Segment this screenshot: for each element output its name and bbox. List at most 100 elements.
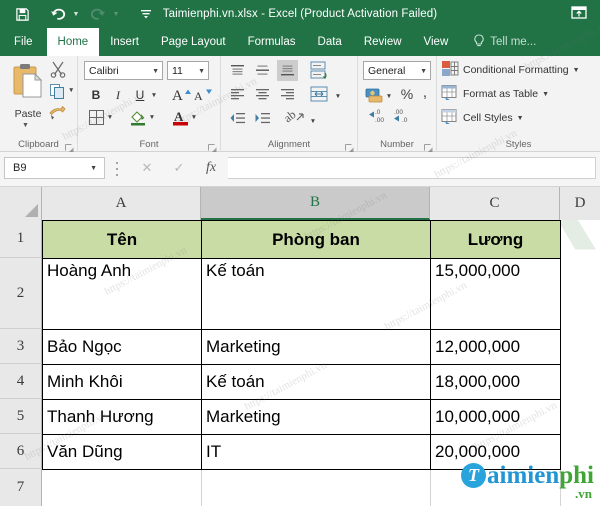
cell-c4[interactable]: 18,000,000 bbox=[430, 364, 561, 400]
number-format-select[interactable]: General ▼ bbox=[363, 61, 431, 80]
italic-button[interactable]: I bbox=[108, 85, 128, 105]
conditional-formatting-button[interactable]: Conditional Formatting ▼ bbox=[441, 60, 580, 80]
increase-indent-icon[interactable] bbox=[252, 108, 273, 129]
column-header-a[interactable]: A bbox=[42, 187, 201, 220]
cell-c1[interactable]: Lương bbox=[430, 220, 561, 259]
font-size-input[interactable]: 11 ▼ bbox=[167, 61, 209, 80]
font-name-dropdown-icon[interactable]: ▼ bbox=[152, 68, 159, 75]
format-painter-icon[interactable] bbox=[48, 104, 67, 126]
align-right-icon[interactable] bbox=[277, 84, 298, 105]
comma-style-icon[interactable]: , bbox=[418, 84, 432, 104]
cell-c5[interactable]: 10,000,000 bbox=[430, 399, 561, 435]
formula-input[interactable] bbox=[228, 157, 596, 179]
increase-font-size-button[interactable]: A bbox=[171, 84, 191, 104]
cell-a3[interactable]: Bảo Ngọc bbox=[42, 329, 202, 365]
tell-me-box[interactable]: Tell me... bbox=[473, 28, 536, 56]
cell-c6[interactable]: 20,000,000 bbox=[430, 434, 561, 470]
borders-dropdown-icon[interactable]: ▼ bbox=[106, 107, 114, 127]
text-direction-icon[interactable]: ab bbox=[283, 106, 307, 128]
font-color-icon[interactable]: A bbox=[170, 107, 190, 127]
copy-icon[interactable] bbox=[49, 83, 66, 105]
redo-icon[interactable] bbox=[86, 3, 110, 25]
row-header-3[interactable]: 3 bbox=[0, 329, 42, 364]
cell-a2[interactable]: Hoàng Anh bbox=[42, 258, 202, 330]
cell-c3[interactable]: 12,000,000 bbox=[430, 329, 561, 365]
borders-icon[interactable] bbox=[86, 107, 106, 127]
increase-decimal-icon[interactable]: .0 .00 bbox=[365, 106, 387, 126]
cut-icon[interactable] bbox=[49, 60, 67, 83]
tab-insert[interactable]: Insert bbox=[99, 28, 150, 56]
align-bottom-icon[interactable] bbox=[277, 60, 298, 81]
tab-view[interactable]: View bbox=[413, 28, 460, 56]
format-as-table-dropdown-icon[interactable]: ▼ bbox=[542, 91, 549, 98]
row-header-6[interactable]: 6 bbox=[0, 434, 42, 469]
number-format-dropdown-icon[interactable]: ▼ bbox=[420, 68, 427, 75]
cell-b5[interactable]: Marketing bbox=[201, 399, 431, 435]
decrease-decimal-icon[interactable]: .00 .0 bbox=[392, 106, 414, 126]
cell-c7[interactable] bbox=[430, 470, 560, 506]
column-header-d[interactable]: D bbox=[560, 187, 600, 220]
fill-color-icon[interactable] bbox=[128, 107, 148, 127]
paste-icon[interactable] bbox=[12, 62, 46, 109]
merge-dropdown-icon[interactable]: ▼ bbox=[334, 86, 342, 106]
tab-page-layout[interactable]: Page Layout bbox=[150, 28, 237, 56]
cell-b4[interactable]: Kế toán bbox=[201, 364, 431, 400]
copy-dropdown-icon[interactable]: ▼ bbox=[68, 87, 74, 94]
align-top-icon[interactable] bbox=[227, 60, 248, 81]
bold-button[interactable]: B bbox=[86, 85, 106, 105]
undo-dropdown-icon[interactable]: ▼ bbox=[70, 3, 82, 25]
font-dialog-launcher-icon[interactable] bbox=[208, 140, 217, 153]
insert-function-icon[interactable]: fx bbox=[197, 157, 225, 179]
underline-dropdown-icon[interactable]: ▼ bbox=[150, 85, 158, 105]
ribbon-display-options-icon[interactable] bbox=[570, 4, 588, 22]
row-header-5[interactable]: 5 bbox=[0, 399, 42, 434]
name-box-dropdown-icon[interactable]: ▼ bbox=[90, 165, 97, 172]
format-as-table-button[interactable]: Format as Table ▼ bbox=[441, 84, 549, 104]
tab-file[interactable]: File bbox=[0, 28, 47, 56]
underline-button[interactable]: U bbox=[130, 85, 150, 105]
font-size-dropdown-icon[interactable]: ▼ bbox=[198, 68, 205, 75]
select-all-corner[interactable] bbox=[0, 187, 42, 220]
cell-c2[interactable]: 15,000,000 bbox=[430, 258, 561, 330]
column-header-b[interactable]: B bbox=[201, 187, 430, 220]
save-icon[interactable] bbox=[10, 3, 34, 25]
enter-icon[interactable]: ✓ bbox=[165, 157, 193, 179]
column-header-c[interactable]: C bbox=[430, 187, 560, 220]
cell-b6[interactable]: IT bbox=[201, 434, 431, 470]
cancel-icon[interactable]: ✕ bbox=[133, 157, 161, 179]
cell-b2[interactable]: Kế toán bbox=[201, 258, 431, 330]
cell-b3[interactable]: Marketing bbox=[201, 329, 431, 365]
row-header-2[interactable]: 2 bbox=[0, 258, 42, 329]
row-header-1[interactable]: 1 bbox=[0, 220, 42, 258]
wrap-text-icon[interactable] bbox=[307, 82, 331, 106]
decrease-indent-icon[interactable] bbox=[227, 108, 248, 129]
alignment-dialog-launcher-icon[interactable] bbox=[345, 140, 354, 153]
tab-formulas[interactable]: Formulas bbox=[237, 28, 307, 56]
font-color-dropdown-icon[interactable]: ▼ bbox=[190, 107, 198, 127]
tab-review[interactable]: Review bbox=[353, 28, 413, 56]
cell-a6[interactable]: Văn Dũng bbox=[42, 434, 202, 470]
percent-style-icon[interactable]: % bbox=[398, 84, 416, 104]
cell-styles-button[interactable]: Cell Styles ▼ bbox=[441, 108, 524, 128]
fill-color-dropdown-icon[interactable]: ▼ bbox=[148, 107, 156, 127]
conditional-formatting-dropdown-icon[interactable]: ▼ bbox=[573, 67, 580, 74]
number-dialog-launcher-icon[interactable] bbox=[424, 140, 433, 153]
cell-a4[interactable]: Minh Khôi bbox=[42, 364, 202, 400]
align-middle-icon[interactable] bbox=[252, 60, 273, 81]
cell-a7[interactable] bbox=[42, 470, 201, 506]
decrease-font-size-button[interactable]: A bbox=[193, 84, 213, 104]
clipboard-dialog-launcher-icon[interactable] bbox=[65, 140, 74, 153]
align-center-icon[interactable] bbox=[252, 84, 273, 105]
cell-b1[interactable]: Phòng ban bbox=[201, 220, 431, 259]
paste-dropdown-icon[interactable]: ▼ bbox=[22, 122, 29, 129]
cell-a1[interactable]: Tên bbox=[42, 220, 202, 259]
accounting-format-icon[interactable] bbox=[364, 85, 384, 105]
customize-qat-icon[interactable] bbox=[134, 3, 158, 25]
tab-data[interactable]: Data bbox=[307, 28, 353, 56]
row-header-4[interactable]: 4 bbox=[0, 364, 42, 399]
cell-a5[interactable]: Thanh Hương bbox=[42, 399, 202, 435]
cell-styles-dropdown-icon[interactable]: ▼ bbox=[517, 115, 524, 122]
cell-b7[interactable] bbox=[201, 470, 430, 506]
undo-icon[interactable] bbox=[46, 3, 70, 25]
row-header-7[interactable]: 7 bbox=[0, 469, 42, 506]
